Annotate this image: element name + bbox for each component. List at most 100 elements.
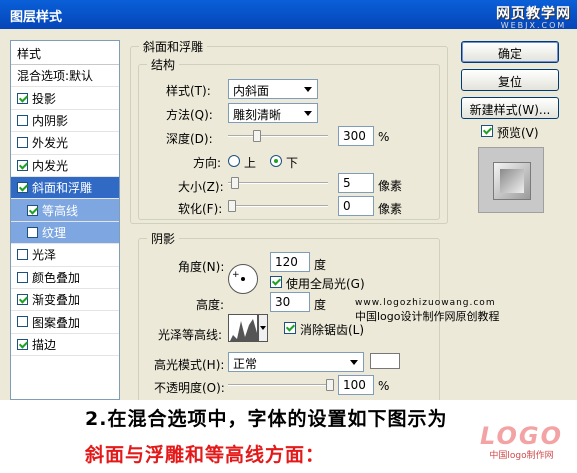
style-list-item[interactable]: 等高线 xyxy=(11,199,119,222)
opacity-slider[interactable] xyxy=(228,379,334,391)
caption-banner: 2.在混合选项中，字体的设置如下图示为 斜面与浮雕和等高线方面： LOGO 中国… xyxy=(0,400,577,473)
highlight-mode-dropdown[interactable]: 正常 xyxy=(228,352,364,372)
style-list-item[interactable]: 图案叠加 xyxy=(11,311,119,334)
depth-label: 深度(D): xyxy=(166,132,213,146)
opacity-input[interactable]: 100 xyxy=(338,375,374,395)
style-list-item[interactable]: 颜色叠加 xyxy=(11,267,119,289)
style-list-item-checkbox[interactable] xyxy=(27,226,38,238)
highlight-mode-label: 高光模式(H): xyxy=(154,358,225,372)
direction-down-label: 下 xyxy=(286,156,299,170)
opacity-label: 不透明度(O): xyxy=(154,381,225,395)
style-list-item[interactable]: 内阴影 xyxy=(11,110,119,133)
style-list-item-checkbox[interactable] xyxy=(17,137,28,149)
style-list-item-checkbox[interactable] xyxy=(17,249,28,261)
style-list-item-checkbox[interactable] xyxy=(17,92,28,104)
site-watermark-url: www.logozhizuowang.com xyxy=(355,298,496,308)
top-watermark-line1: 网页教学网 xyxy=(496,6,571,22)
title-bar: 图层样式 网页教学网 WEBJX.COM xyxy=(0,0,577,30)
shading-title: 阴影 xyxy=(147,230,180,247)
altitude-input[interactable]: 30 xyxy=(270,292,310,312)
style-list-item-checkbox[interactable] xyxy=(17,114,28,126)
site-watermark: www.logozhizuowang.com 中国logo设计制作网原创教程 xyxy=(355,296,500,324)
style-list: 样式 混合选项:默认 投影内阴影外发光内发光斜面和浮雕等高线纹理光泽颜色叠加渐变… xyxy=(10,40,120,400)
reset-button[interactable]: 复位 xyxy=(461,69,559,91)
gloss-contour-picker-button[interactable] xyxy=(258,314,268,342)
antialias-checkbox[interactable] xyxy=(284,322,296,334)
soften-slider[interactable] xyxy=(228,200,328,212)
style-list-item-label: 渐变叠加 xyxy=(32,293,81,308)
style-preview-thumbnail xyxy=(478,147,544,213)
logo-watermark-text: LOGO xyxy=(480,422,563,450)
style-list-item[interactable]: 投影 xyxy=(11,87,119,110)
altitude-unit: 度 xyxy=(314,298,327,312)
style-list-item-label: 描边 xyxy=(32,337,57,352)
style-list-item[interactable]: 描边 xyxy=(11,334,119,357)
logo-watermark: LOGO 中国logo制作网 xyxy=(480,422,563,461)
style-list-item-label: 投影 xyxy=(32,91,57,106)
new-style-button[interactable]: 新建样式(W)... xyxy=(461,97,559,119)
direction-label: 方向: xyxy=(193,156,222,170)
depth-slider-thumb[interactable] xyxy=(253,130,261,142)
window-title: 图层样式 xyxy=(10,10,63,25)
angle-input[interactable]: 120 xyxy=(270,252,310,272)
style-list-item-label: 光泽 xyxy=(32,248,57,263)
global-light-label: 使用全局光(G) xyxy=(286,277,365,291)
preview-label: 预览(V) xyxy=(497,126,539,140)
direction-up-radio[interactable] xyxy=(228,155,240,167)
gloss-contour-label: 光泽等高线: xyxy=(158,328,223,342)
style-list-item[interactable]: 光泽 xyxy=(11,244,119,267)
size-label: 大小(Z): xyxy=(178,180,224,194)
style-list-item-checkbox[interactable] xyxy=(17,316,28,328)
size-slider-thumb[interactable] xyxy=(231,177,239,189)
depth-unit: % xyxy=(378,130,390,144)
soften-input[interactable]: 0 xyxy=(338,196,374,216)
direction-down-radio[interactable] xyxy=(270,155,282,167)
style-list-item-label: 内发光 xyxy=(32,158,69,173)
direction-up-label: 上 xyxy=(244,156,257,170)
style-list-blend-options[interactable]: 混合选项:默认 xyxy=(11,65,119,88)
caption-line1: 2.在混合选项中，字体的设置如下图示为 xyxy=(85,408,448,430)
highlight-color-swatch[interactable] xyxy=(370,353,400,369)
preview-checkbox[interactable] xyxy=(481,125,493,137)
logo-watermark-caption: 中国logo制作网 xyxy=(489,451,554,461)
style-list-item-label: 外发光 xyxy=(32,136,69,151)
size-input[interactable]: 5 xyxy=(338,173,374,193)
style-list-header[interactable]: 样式 xyxy=(11,41,119,65)
style-list-item[interactable]: 外发光 xyxy=(11,132,119,155)
style-label: 样式(T): xyxy=(166,84,211,98)
technique-dropdown[interactable]: 雕刻清晰 xyxy=(228,103,318,123)
gloss-contour-preview[interactable] xyxy=(228,314,258,342)
size-slider[interactable] xyxy=(228,177,328,189)
style-list-item[interactable]: 渐变叠加 xyxy=(11,289,119,312)
angle-label: 角度(N): xyxy=(178,260,225,274)
opacity-unit: % xyxy=(378,379,390,393)
style-list-item-checkbox[interactable] xyxy=(17,182,28,194)
style-list-item[interactable]: 纹理 xyxy=(11,221,119,245)
style-list-item-label: 纹理 xyxy=(42,225,67,240)
gloss-contour-curve-icon xyxy=(230,319,257,341)
style-list-item-checkbox[interactable] xyxy=(17,159,28,171)
style-list-item-label: 内阴影 xyxy=(32,113,69,128)
angle-dial-crosshair-icon: + xyxy=(232,270,240,280)
style-list-item-label: 图案叠加 xyxy=(32,315,81,330)
site-watermark-caption: 中国logo设计制作网原创教程 xyxy=(355,310,500,323)
style-list-item-label: 等高线 xyxy=(42,203,79,218)
style-list-item[interactable]: 斜面和浮雕 xyxy=(11,176,119,200)
style-list-item[interactable]: 内发光 xyxy=(11,155,119,177)
style-list-item-checkbox[interactable] xyxy=(27,204,38,216)
global-light-checkbox[interactable] xyxy=(270,276,282,288)
style-list-item-checkbox[interactable] xyxy=(17,338,28,350)
angle-unit: 度 xyxy=(314,258,327,272)
ok-button[interactable]: 确定 xyxy=(461,41,559,63)
opacity-slider-thumb[interactable] xyxy=(326,379,334,391)
style-dropdown[interactable]: 内斜面 xyxy=(228,79,318,99)
style-list-item-checkbox[interactable] xyxy=(17,294,28,306)
bevel-emboss-title: 斜面和浮雕 xyxy=(139,38,208,55)
depth-slider[interactable] xyxy=(228,130,328,142)
style-list-item-checkbox[interactable] xyxy=(17,271,28,283)
structure-title: 结构 xyxy=(147,56,180,73)
depth-input[interactable]: 300 xyxy=(338,126,374,146)
soften-slider-thumb[interactable] xyxy=(228,200,236,212)
angle-dial[interactable]: + xyxy=(228,264,258,294)
size-unit: 像素 xyxy=(378,179,403,193)
